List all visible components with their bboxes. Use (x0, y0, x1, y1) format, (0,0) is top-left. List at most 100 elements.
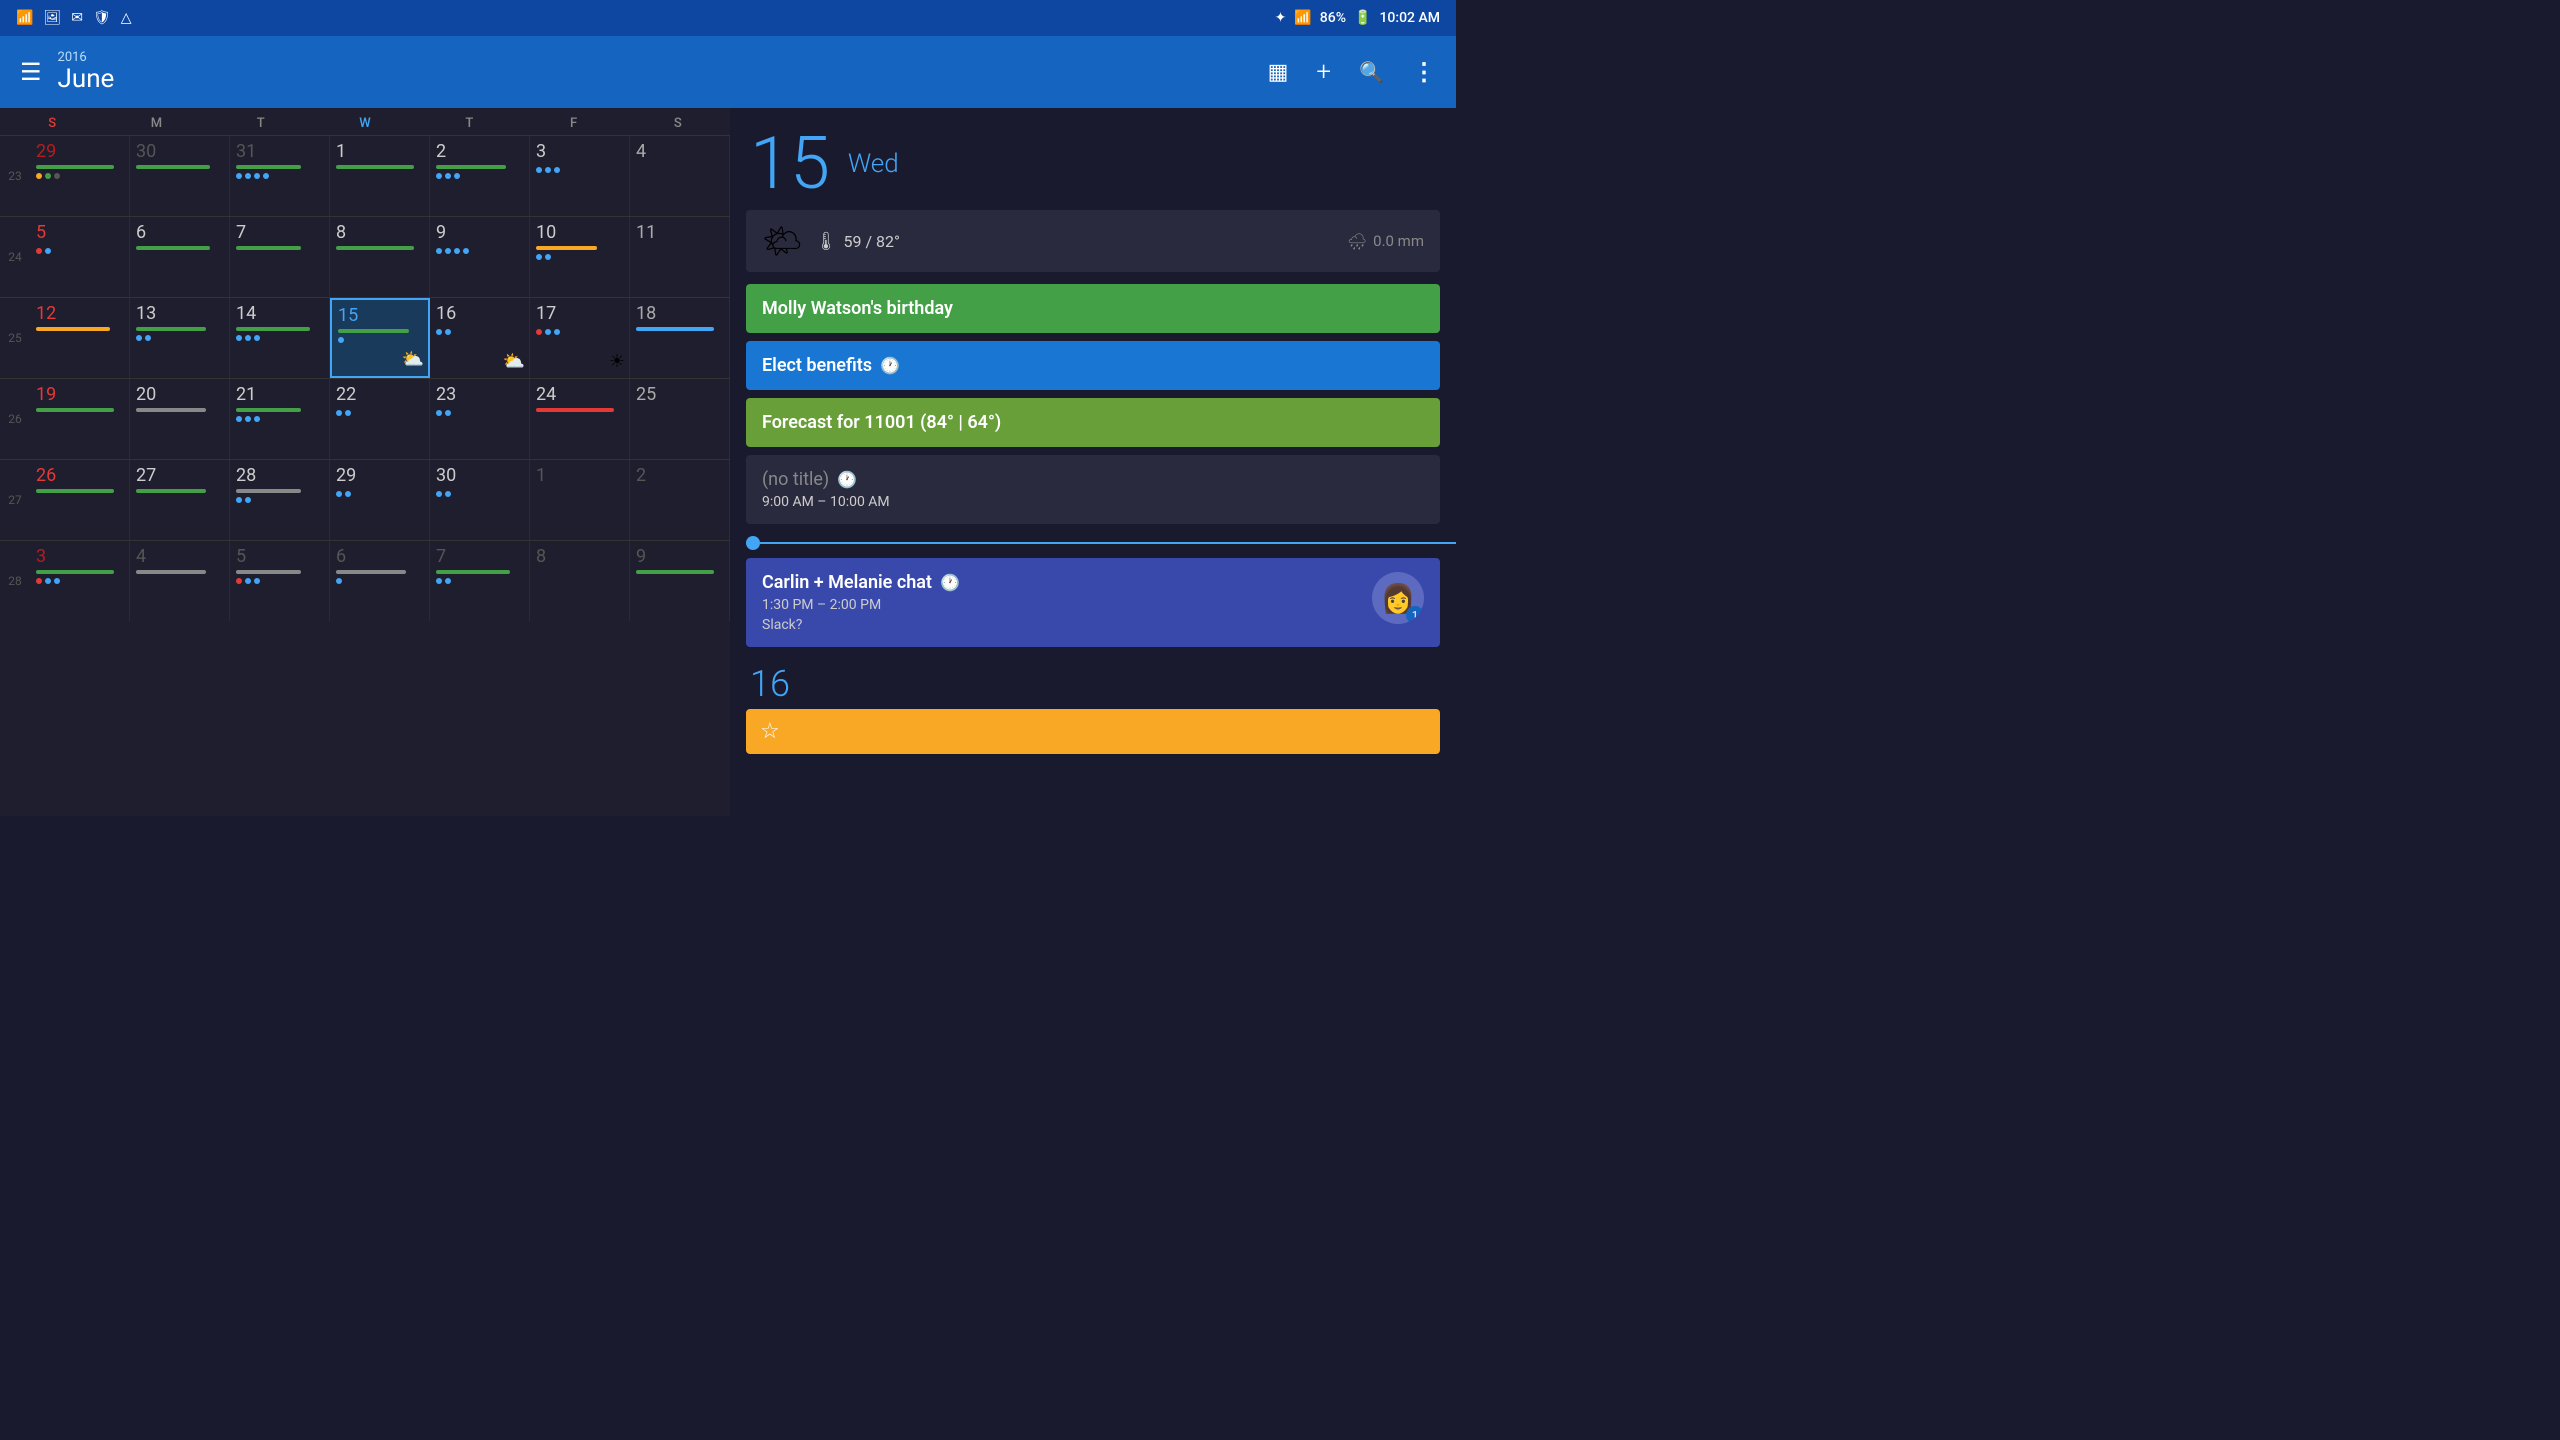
event-bars (36, 165, 123, 179)
event-bar (236, 489, 301, 493)
calendar-view-button[interactable]: ▦ (1268, 60, 1289, 85)
event-bar (236, 327, 310, 331)
date-num: 7 (436, 545, 446, 568)
cal-cell-3-jul[interactable]: 3 (30, 541, 130, 621)
event-dots (436, 329, 523, 335)
cal-cell-14-jun[interactable]: 14 (230, 298, 330, 378)
cal-cell-20-jun[interactable]: 20 (130, 379, 230, 459)
event-bars (36, 489, 123, 493)
time-line (760, 542, 1456, 544)
month-label: June (58, 65, 1268, 94)
event-bars (236, 489, 323, 503)
cal-cell-7-jun[interactable]: 7 (230, 217, 330, 297)
cal-cell-7-jul[interactable]: 7 (430, 541, 530, 621)
cal-cell-13-jun[interactable]: 13 (130, 298, 230, 378)
star-icon: ☆ (760, 719, 780, 744)
cal-cell-4-jul[interactable]: 4 (130, 541, 230, 621)
event-dot (254, 578, 260, 584)
shield-icon: 🛡 (93, 10, 111, 26)
cal-cell-9-jul[interactable]: 9 (630, 541, 730, 621)
cal-cell-24-jun[interactable]: 24 (530, 379, 630, 459)
date-num: 18 (636, 302, 656, 325)
cal-cell-15-jun-today[interactable]: 15 ⛅ (330, 298, 430, 378)
add-event-button[interactable]: + (1316, 57, 1331, 87)
search-button[interactable]: 🔍 (1359, 60, 1384, 84)
cal-cell-30-jun[interactable]: 30 (430, 460, 530, 540)
cal-cell-31-may[interactable]: 31 (230, 136, 330, 216)
cal-cell-9-jun[interactable]: 9 (430, 217, 530, 297)
date-num: 7 (236, 221, 246, 244)
event-dot (45, 248, 51, 254)
cal-cell-26-jun[interactable]: 26 (30, 460, 130, 540)
cal-cell-11-jun[interactable]: 11 (630, 217, 730, 297)
date-num: 5 (236, 545, 246, 568)
event-bars (236, 327, 323, 341)
date-num: 29 (36, 140, 56, 163)
cal-cell-30-may[interactable]: 30 (130, 136, 230, 216)
more-options-button[interactable]: ⋮ (1412, 58, 1436, 86)
event-dot (454, 248, 460, 254)
cal-cell-23-jun[interactable]: 23 (430, 379, 530, 459)
carlin-event-card[interactable]: Carlin + Melanie chat 🕐 1:30 PM – 2:00 P… (746, 558, 1440, 647)
event-bars (236, 165, 323, 179)
calendar-row-25: 12 13 (30, 297, 730, 378)
benefits-event-title: Elect benefits 🕐 (762, 355, 1424, 376)
cal-cell-1-jul[interactable]: 1 (530, 460, 630, 540)
event-dot (245, 335, 251, 341)
event-bar (36, 327, 110, 331)
week-cells-23: 29 30 (30, 135, 730, 216)
cal-cell-29-may[interactable]: 29 (30, 136, 130, 216)
date-num: 2 (436, 140, 446, 163)
cal-cell-19-jun[interactable]: 19 (30, 379, 130, 459)
benefits-event-card[interactable]: Elect benefits 🕐 (746, 341, 1440, 390)
event-dot (545, 167, 551, 173)
event-bar (436, 570, 510, 574)
cal-cell-21-jun[interactable]: 21 (230, 379, 330, 459)
event-dot (554, 329, 560, 335)
cal-cell-22-jun[interactable]: 22 (330, 379, 430, 459)
cal-cell-16-jun[interactable]: 16 ⛅ (430, 298, 530, 378)
status-icons: 📶 🖼 ✉ 🛡 △ (16, 10, 132, 26)
cal-cell-6-jul[interactable]: 6 (330, 541, 430, 621)
cal-cell-12-jun[interactable]: 12 (30, 298, 130, 378)
event-dot (336, 578, 342, 584)
hamburger-button[interactable]: ☰ (20, 58, 42, 86)
date-num: 5 (36, 221, 46, 244)
cal-cell-2-jul[interactable]: 2 (630, 460, 730, 540)
cal-cell-4-jun[interactable]: 4 (630, 136, 730, 216)
forecast-event-card[interactable]: Forecast for 11001 (84° | 64°) (746, 398, 1440, 447)
cal-cell-5-jul[interactable]: 5 (230, 541, 330, 621)
cal-cell-1-jun[interactable]: 1 (330, 136, 430, 216)
next-day-event-card[interactable]: ☆ (746, 709, 1440, 754)
precip-value: 0.0 mm (1373, 232, 1424, 250)
no-title-event-card[interactable]: (no title) 🕐 9:00 AM – 10:00 AM (746, 455, 1440, 524)
cal-cell-18-jun[interactable]: 18 (630, 298, 730, 378)
date-num: 2 (636, 464, 646, 487)
event-dot (463, 248, 469, 254)
birthday-event-title: Molly Watson's birthday (762, 298, 1424, 319)
cal-cell-10-jun[interactable]: 10 (530, 217, 630, 297)
date-num: 19 (36, 383, 56, 406)
cal-cell-17-jun[interactable]: 17 ☀ (530, 298, 630, 378)
cal-cell-29-jun[interactable]: 29 (330, 460, 430, 540)
drive-icon: △ (121, 10, 132, 26)
weather-card[interactable]: 🌤 🌡 59 / 82° 🌧 0.0 mm (746, 210, 1440, 272)
date-num: 8 (536, 545, 546, 568)
cal-cell-8-jul[interactable]: 8 (530, 541, 630, 621)
event-bar (36, 570, 114, 574)
event-dots (436, 410, 523, 416)
event-dot (54, 173, 60, 179)
cal-cell-5-jun[interactable]: 5 (30, 217, 130, 297)
cal-cell-27-jun[interactable]: 27 (130, 460, 230, 540)
birthday-event-card[interactable]: Molly Watson's birthday (746, 284, 1440, 333)
cal-cell-3-jun[interactable]: 3 (530, 136, 630, 216)
event-bars (136, 408, 223, 412)
cal-cell-2-jun[interactable]: 2 (430, 136, 530, 216)
week-cells-26: 19 20 21 (30, 378, 730, 459)
event-bar (136, 165, 210, 169)
cal-cell-8-jun[interactable]: 8 (330, 217, 430, 297)
cal-cell-6-jun[interactable]: 6 (130, 217, 230, 297)
cal-cell-25-jun[interactable]: 25 (630, 379, 730, 459)
cal-cell-28-jun[interactable]: 28 (230, 460, 330, 540)
year-label: 2016 (58, 50, 1268, 65)
